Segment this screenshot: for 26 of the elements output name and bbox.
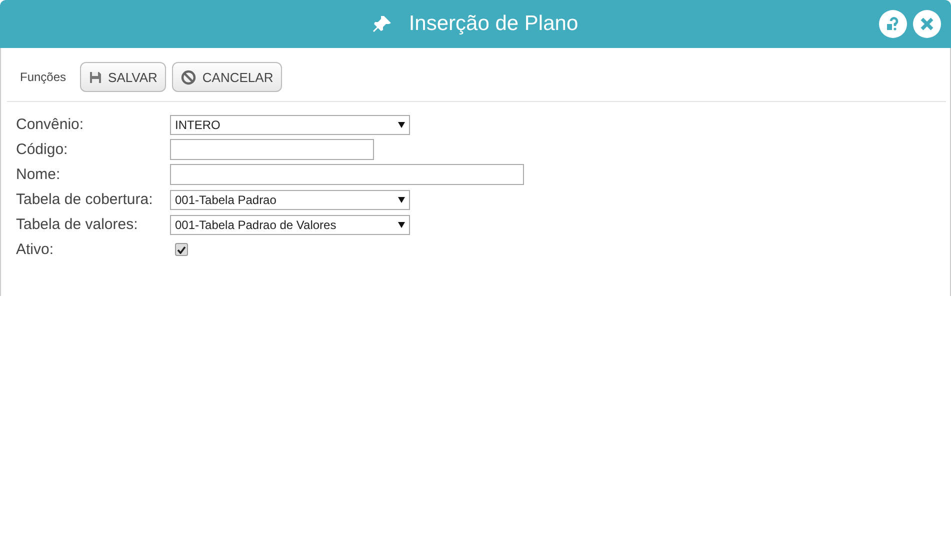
field-label: Ativo:: [16, 240, 55, 260]
window-title: Inserção de Plano: [408, 12, 578, 36]
pin-icon: [372, 14, 393, 34]
field-label: Convênio:: [16, 115, 85, 135]
text-field[interactable]: [170, 139, 374, 160]
text-field[interactable]: [170, 164, 524, 185]
field-label: Nome:: [16, 165, 62, 185]
save-button[interactable]: SALVAR: [80, 62, 166, 92]
close-button[interactable]: [913, 10, 941, 38]
prohibited-icon: [181, 70, 196, 84]
field-label: Tabela de valores:: [16, 215, 139, 235]
checkmark-icon: [177, 246, 186, 254]
checkbox[interactable]: [175, 243, 188, 256]
help-button[interactable]: [879, 10, 907, 38]
dropdown-caret-icon: [398, 122, 405, 128]
dropdown[interactable]: 001-Tabela Padrao de Valores: [170, 214, 410, 234]
dropdown[interactable]: INTERO: [170, 114, 410, 134]
help-icon: [885, 16, 901, 32]
dropdown[interactable]: 001-Tabela Padrao: [170, 190, 410, 210]
field-label: Código:: [16, 140, 69, 160]
toolbar-label: Funções: [20, 70, 66, 84]
dropdown-caret-icon: [398, 196, 405, 202]
dropdown-caret-icon: [398, 222, 405, 228]
close-icon: [920, 17, 934, 31]
cancel-button[interactable]: CANCELAR: [172, 62, 282, 92]
field-label: Tabela de cobertura:: [16, 190, 154, 210]
